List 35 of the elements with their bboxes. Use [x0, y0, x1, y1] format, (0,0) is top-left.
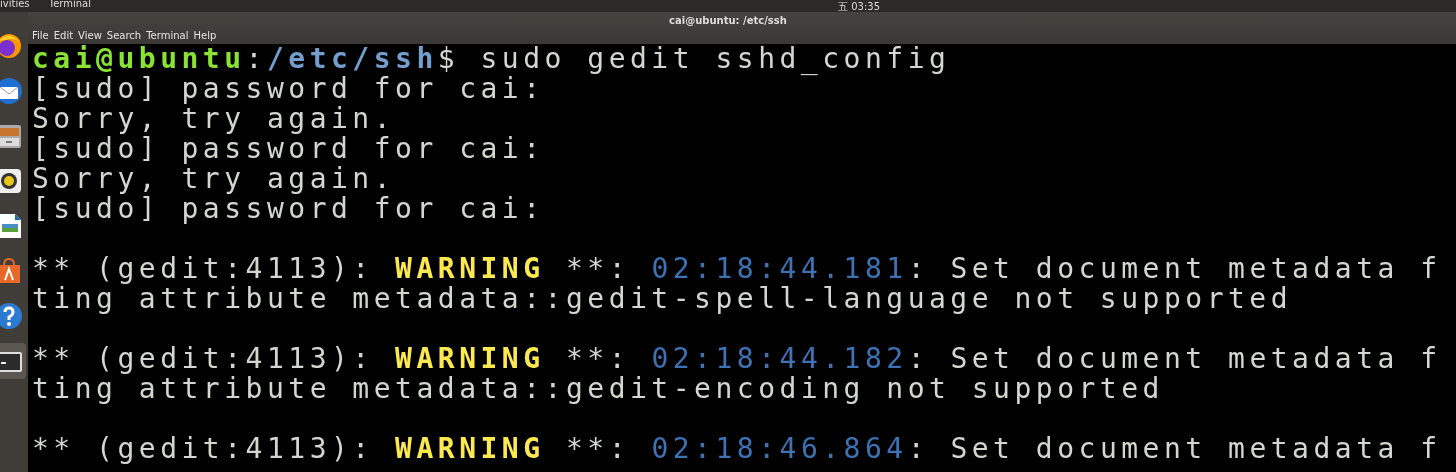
time-text: 02:18:46.864 — [651, 432, 908, 465]
path-text: /etc/ssh — [266, 44, 438, 75]
clock[interactable]: 五 03:35 — [838, 1, 880, 12]
terminal-text: **: — [564, 432, 632, 465]
menu-item[interactable]: Search — [106, 30, 142, 42]
terminal-text: **: — [564, 342, 632, 375]
terminal-text: : Set document metadata f — [907, 252, 1442, 285]
terminal-text: ** (gedit:4113): — [32, 432, 375, 465]
terminal-text: : — [245, 44, 267, 75]
time-text: 02:18:44.181 — [651, 252, 908, 285]
warning-text: WARNING — [395, 252, 545, 285]
activities-button[interactable]: ivities — [0, 0, 30, 9]
warning-text: WARNING — [395, 432, 545, 465]
menu-item[interactable]: File — [32, 30, 49, 42]
speaker-icon — [0, 166, 24, 196]
mail-icon — [0, 76, 24, 106]
user-text: cai@ubuntu — [32, 44, 246, 75]
window-title: cai@ubuntu: /etc/ssh — [668, 15, 788, 27]
time-text: 02:18:44.182 — [651, 342, 908, 375]
terminal-text: : Set document metadata f — [907, 342, 1442, 375]
terminal-text: : Set document metadata f — [907, 432, 1442, 465]
menu-item[interactable]: Edit — [53, 30, 74, 42]
warning-text: WARNING — [395, 342, 545, 375]
menu-item[interactable]: Help — [193, 30, 217, 42]
terminal-text: [sudo] password for cai: — [32, 72, 545, 105]
app-menu[interactable]: Terminal — [48, 0, 91, 9]
terminal-text: ** (gedit:4113): — [32, 252, 375, 285]
menu-item[interactable]: Terminal — [146, 30, 189, 42]
document-icon — [0, 211, 24, 241]
help-icon — [0, 301, 24, 331]
terminal-text: ** (gedit:4113): — [32, 342, 375, 375]
terminal-text: $ sudo gedit sshd_config — [437, 44, 951, 75]
terminal-text: **: — [564, 252, 632, 285]
dock-item[interactable] — [0, 343, 26, 379]
menu-item[interactable]: View — [78, 30, 102, 42]
